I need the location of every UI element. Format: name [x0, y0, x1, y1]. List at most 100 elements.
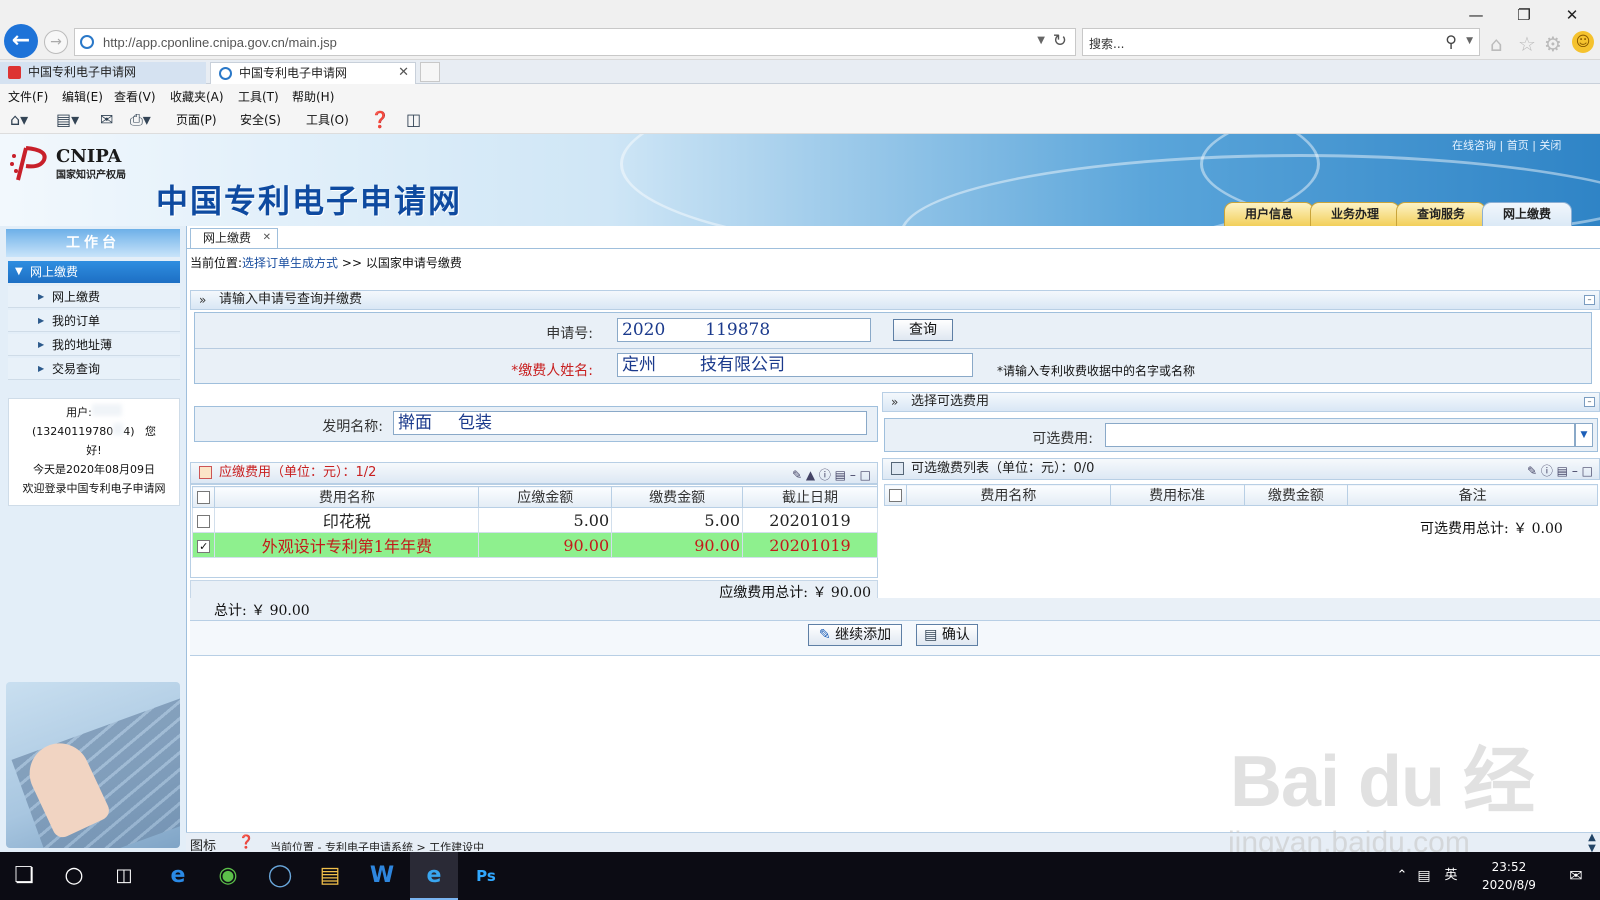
taskbar-clock[interactable]: 23:52 2020/8/9 [1482, 858, 1536, 894]
forward-button[interactable]: → [44, 30, 68, 54]
back-button[interactable]: ← [4, 24, 38, 58]
tools-menu[interactable]: 工具(O) [306, 111, 349, 128]
fee-paid[interactable]: 90.00 [611, 532, 744, 558]
row-checkbox-cell[interactable] [191, 507, 216, 533]
top-links[interactable]: 在线咨询 | 首页 | 关闭 [1452, 137, 1561, 153]
select-all-cell[interactable] [884, 484, 907, 506]
select-all-checkbox[interactable] [197, 490, 211, 504]
chevron-down-icon[interactable]: ▼ [1575, 423, 1593, 447]
menu-help[interactable]: 帮助(H) [292, 88, 334, 105]
help-icon[interactable]: ❓ [370, 110, 390, 129]
internet-explorer-icon[interactable]: e [410, 852, 458, 900]
new-tab-button[interactable] [420, 62, 440, 82]
nav-tab-online-payment[interactable]: 网上缴费 [1482, 202, 1572, 226]
sidebar-item-online-payment[interactable]: ▶ 网上缴费 [8, 286, 180, 308]
collapse-icon[interactable]: – [1584, 397, 1595, 407]
keyboard-illustration [6, 682, 180, 848]
payer-name-input[interactable]: 定州 技有限公司 [617, 353, 973, 377]
select-all-checkbox[interactable] [888, 488, 902, 502]
breadcrumb-link[interactable]: 选择订单生成方式 [242, 256, 338, 270]
file-explorer-icon[interactable]: ▤ [306, 852, 354, 900]
chevron-down-icon[interactable]: ▼ [1466, 36, 1473, 46]
menu-view[interactable]: 查看(V) [114, 88, 156, 105]
app-no-input[interactable]: 2020 119878 [617, 318, 871, 342]
refresh-icon[interactable]: ↻ [1053, 31, 1067, 51]
gear-icon[interactable]: ⚙ [1544, 32, 1562, 56]
network-icon[interactable]: ▤ [1414, 852, 1434, 900]
collapse-icon[interactable]: – [1584, 295, 1595, 305]
add-more-button[interactable]: ✎ 继续添加 [808, 624, 902, 646]
invention-name-input[interactable]: 擀面 包装 [393, 411, 867, 435]
browser-360-icon[interactable]: ◉ [204, 852, 252, 900]
row-checkbox-checked[interactable]: ✓ [197, 539, 211, 553]
print-icon[interactable]: ⎙▾ [130, 110, 151, 130]
wps-icon[interactable]: W [358, 852, 406, 900]
confirm-button[interactable]: ▤ 确认 [916, 624, 978, 646]
nav-tab-user-info[interactable]: 用户信息 [1224, 202, 1314, 226]
optional-list-header: 可选缴费列表（单位：元）：0/0 ✎ ⓘ ▤ – □ [882, 458, 1600, 480]
restore-icon[interactable]: ❐ [1514, 6, 1534, 24]
user-line: (13240119780 4) 您 [9, 422, 179, 441]
sidebar-item-my-orders[interactable]: ▶ 我的订单 [8, 310, 180, 332]
safety-menu[interactable]: 安全(S) [240, 111, 281, 128]
windows-start-icon[interactable]: ❏ [0, 852, 48, 900]
menu-tools[interactable]: 工具(T) [238, 88, 279, 105]
help-icon[interactable]: ❓ [238, 835, 254, 850]
qq-browser-icon[interactable]: ◯ [256, 852, 304, 900]
menu-favorites[interactable]: 收藏夹(A) [170, 88, 224, 105]
task-view-icon[interactable]: ◫ [100, 852, 148, 900]
nav-tab-business[interactable]: 业务办理 [1310, 202, 1400, 226]
url-field[interactable]: http://app.cponline.cnipa.gov.cn/main.js… [74, 28, 1076, 56]
query-form: 申请号: 2020 119878 查询 *缴费人姓名: 定州 技有限公司 *请输入专… [194, 312, 1592, 384]
page-menu[interactable]: 页面(P) [176, 111, 217, 128]
browser-tab-2[interactable]: 中国专利电子申请网 ✕ [210, 62, 416, 84]
ime-indicator[interactable]: 英 [1440, 852, 1462, 900]
optional-fee-select[interactable] [1105, 423, 1575, 447]
fee-due: 90.00 [478, 532, 613, 558]
menu-edit[interactable]: 编辑(E) [62, 88, 103, 105]
search-circle-icon[interactable]: ○ [50, 852, 98, 900]
query-button[interactable]: 查询 [893, 319, 953, 341]
select-all-cell[interactable] [191, 486, 216, 508]
rss-feed-icon[interactable]: ▤▾ [56, 110, 79, 129]
home-icon[interactable]: ⌂ [1490, 32, 1503, 56]
fee-paid[interactable]: 5.00 [611, 507, 744, 533]
notification-icon[interactable]: ✉ [1552, 852, 1600, 900]
browser-tab-1[interactable]: 中国专利电子申请网 [0, 62, 206, 84]
grid-tools[interactable]: ✎ ▲ ⓘ ▤ – □ [792, 465, 871, 485]
user-phone-tail: 4) [123, 425, 135, 438]
status-location: 当前位置 - 专利电子申请系统 > 工作建设中 [270, 841, 485, 851]
url-text: http://app.cponline.cnipa.gov.cn/main.js… [103, 35, 337, 50]
home-icon[interactable]: ⌂▾ [10, 110, 28, 129]
minimize-icon[interactable]: — [1466, 6, 1486, 24]
feedback-smiley-icon[interactable]: ☺ [1572, 31, 1594, 53]
sidebar-item-address-book[interactable]: ▶ 我的地址薄 [8, 334, 180, 356]
chevron-up-icon[interactable]: ⌃ [1392, 852, 1412, 900]
nav-tab-query-service[interactable]: 查询服务 [1396, 202, 1486, 226]
table-row[interactable]: 印花税 5.00 5.00 20201019 [191, 507, 878, 533]
row-checkbox-cell[interactable]: ✓ [191, 532, 216, 558]
close-tab-icon[interactable]: ✕ [398, 63, 409, 83]
due-fees-total-bar: 应缴费用总计: ￥ 90.00 [190, 580, 878, 601]
user-phone: (13240119780 [31, 425, 114, 438]
photoshop-icon[interactable]: Ps [462, 852, 510, 900]
search-icon[interactable]: ⚲ [1445, 32, 1457, 51]
close-window-icon[interactable]: ✕ [1562, 6, 1582, 24]
sidebar-section-online-payment[interactable]: ▼ 网上缴费 [8, 261, 180, 283]
research-icon[interactable]: ◫ [406, 110, 421, 129]
menu-file[interactable]: 文件(F) [8, 88, 48, 105]
content-tab-online-payment[interactable]: 网上缴费 ✕ [190, 228, 278, 248]
invention-name-row: 发明名称: 擀面 包装 [194, 406, 878, 442]
grid-tools[interactable]: ✎ ⓘ ▤ – □ [1527, 461, 1593, 481]
row-checkbox[interactable] [197, 514, 211, 528]
chevron-down-icon[interactable]: ▼ [1037, 35, 1045, 46]
read-mail-icon[interactable]: ✉ [100, 110, 113, 129]
site-title: 中国专利电子申请网 [156, 182, 463, 220]
table-row[interactable]: ✓ 外观设计专利第1年年费 90.00 90.00 20201019 [191, 532, 878, 558]
search-input[interactable]: 搜索... ⚲ ▼ [1082, 28, 1480, 56]
favorites-star-icon[interactable]: ☆ [1518, 32, 1536, 56]
close-tab-icon[interactable]: ✕ [263, 229, 271, 247]
sidebar-item-label: 网上缴费 [52, 290, 101, 304]
edge-icon[interactable]: e [154, 852, 202, 900]
sidebar-item-transaction-query[interactable]: ▶ 交易查询 [8, 358, 180, 380]
